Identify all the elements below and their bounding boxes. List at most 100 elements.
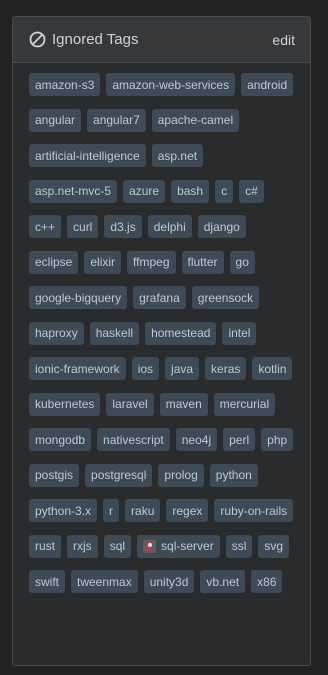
tag-ios[interactable]: ios [131, 357, 160, 380]
tag-android[interactable]: android [241, 73, 294, 96]
tag-rust[interactable]: rust [29, 534, 62, 558]
tag-rxjs[interactable]: rxjs [67, 534, 98, 558]
tag-postgresql[interactable]: postgresql [85, 463, 153, 487]
tag-asp-net-mvc-5[interactable]: asp.net-mvc-5 [29, 179, 118, 203]
tag-perl[interactable]: perl [223, 428, 256, 451]
widget-header: Ignored Tags edit [13, 17, 310, 63]
tag-label: python-3.x [35, 503, 92, 518]
tag-label: asp.net-mvc-5 [35, 184, 112, 198]
tag-go[interactable]: go [229, 250, 255, 274]
tag-keras[interactable]: keras [205, 357, 247, 380]
tag-label: kubernetes [35, 397, 95, 411]
tag-label: delphi [153, 219, 186, 234]
tag-haskell[interactable]: haskell [89, 321, 140, 345]
tag-ffmpeg[interactable]: ffmpeg [127, 250, 176, 274]
tag-label: curl [73, 219, 93, 234]
tag-label: neo4j [181, 432, 212, 447]
tag-label: django [203, 219, 240, 234]
tag-label: greensock [197, 290, 254, 305]
tag-label: mongodb [35, 432, 86, 447]
tag-delphi[interactable]: delphi [147, 215, 192, 238]
tag-swift[interactable]: swift [29, 570, 65, 593]
tag-label: apache-camel [157, 113, 234, 127]
tag-label: flutter [187, 255, 218, 269]
tag-angular7[interactable]: angular7 [87, 108, 146, 132]
tag-maven[interactable]: maven [159, 392, 208, 416]
tag-label: grafana [139, 290, 180, 305]
tag-label: google-bigquery [35, 290, 122, 305]
tag-label: python [215, 468, 252, 482]
tag-label: vb.net [206, 574, 240, 589]
tag-label: intel [228, 326, 251, 340]
tag-java[interactable]: java [165, 357, 200, 380]
tag-mercurial[interactable]: mercurial [213, 392, 276, 416]
tag-django[interactable]: django [197, 215, 246, 238]
tag-laravel[interactable]: laravel [106, 392, 154, 416]
ban-icon [29, 31, 46, 48]
tag-list: amazon-s3 amazon-web-services android angul… [13, 63, 303, 606]
tag-angular[interactable]: angular [29, 108, 82, 132]
tag-label: r [109, 503, 114, 518]
tag-label: ssl [231, 539, 247, 553]
tag-flutter[interactable]: flutter [181, 250, 224, 274]
tag-artificial-intelligence[interactable]: artificial-intelligence [29, 144, 146, 167]
tag-ruby-on-rails[interactable]: ruby-on-rails [214, 499, 294, 522]
ignored-tags-widget: Ignored Tags edit amazon-s3 amazon-web-se… [12, 16, 311, 666]
tag-curl[interactable]: curl [67, 215, 99, 238]
tag-bash[interactable]: bash [171, 179, 210, 203]
tag-php[interactable]: php [261, 428, 294, 451]
tag-label: artificial-intelligence [35, 148, 140, 163]
tag-x86[interactable]: x86 [251, 570, 283, 593]
tag-label: postgis [35, 468, 74, 482]
tag-c[interactable]: c [215, 179, 234, 203]
tag-raku[interactable]: raku [125, 499, 161, 522]
tag-regex[interactable]: regex [166, 499, 209, 522]
tag-elixir[interactable]: elixir [84, 250, 122, 274]
tag-homestead[interactable]: homestead [145, 321, 217, 345]
tag-sql-server[interactable]: sql-server [137, 534, 220, 558]
tag-ionic-framework[interactable]: ionic-framework [29, 357, 126, 380]
tag-unity3d[interactable]: unity3d [143, 570, 195, 593]
tag-d3-js[interactable]: d3.js [104, 215, 142, 238]
tag-python[interactable]: python [209, 463, 258, 487]
tag-sql[interactable]: sql [103, 534, 132, 558]
tag-intel[interactable]: intel [222, 321, 257, 345]
tag-label: maven [165, 397, 202, 411]
tag-label: swift [35, 574, 59, 589]
tag-grafana[interactable]: grafana [133, 286, 186, 309]
tag-vb-net[interactable]: vb.net [200, 570, 246, 593]
tag-greensock[interactable]: greensock [191, 286, 260, 309]
tag-postgis[interactable]: postgis [29, 463, 80, 487]
tag-azure[interactable]: azure [123, 179, 166, 203]
tag-label: nativescript [103, 432, 164, 447]
tag-python-3-x[interactable]: python-3.x [29, 499, 98, 522]
tag-label: svg [264, 539, 284, 553]
tag-tweenmax[interactable]: tweenmax [71, 570, 138, 593]
tag-label: bash [177, 184, 204, 198]
tag-label: regex [172, 503, 203, 518]
tag-google-bigquery[interactable]: google-bigquery [29, 286, 128, 309]
tag-c[interactable]: c# [239, 179, 264, 203]
tag-apache-camel[interactable]: apache-camel [151, 108, 240, 132]
tag-nativescript[interactable]: nativescript [97, 428, 170, 451]
tag-asp-net[interactable]: asp.net [151, 144, 204, 167]
tag-ssl[interactable]: ssl [225, 534, 253, 558]
tag-svg[interactable]: svg [258, 534, 290, 558]
tag-amazon-web-services[interactable]: amazon-web-services [106, 73, 236, 96]
tag-kotlin[interactable]: kotlin [252, 357, 293, 380]
tag-c[interactable]: c++ [29, 215, 62, 238]
tag-label: keras [211, 361, 241, 376]
tag-mongodb[interactable]: mongodb [29, 428, 92, 451]
tag-amazon-s3[interactable]: amazon-s3 [29, 73, 101, 96]
tag-eclipse[interactable]: eclipse [29, 250, 79, 274]
tag-label: kotlin [258, 361, 287, 376]
tag-r[interactable]: r [103, 499, 120, 522]
tag-prolog[interactable]: prolog [158, 463, 204, 487]
tag-label: x86 [257, 574, 277, 589]
edit-link[interactable]: edit [272, 32, 295, 48]
tag-haproxy[interactable]: haproxy [29, 321, 84, 345]
tag-neo4j[interactable]: neo4j [175, 428, 218, 451]
tag-kubernetes[interactable]: kubernetes [29, 392, 101, 416]
tag-label: ionic-framework [35, 361, 120, 376]
tag-label: java [171, 361, 194, 376]
